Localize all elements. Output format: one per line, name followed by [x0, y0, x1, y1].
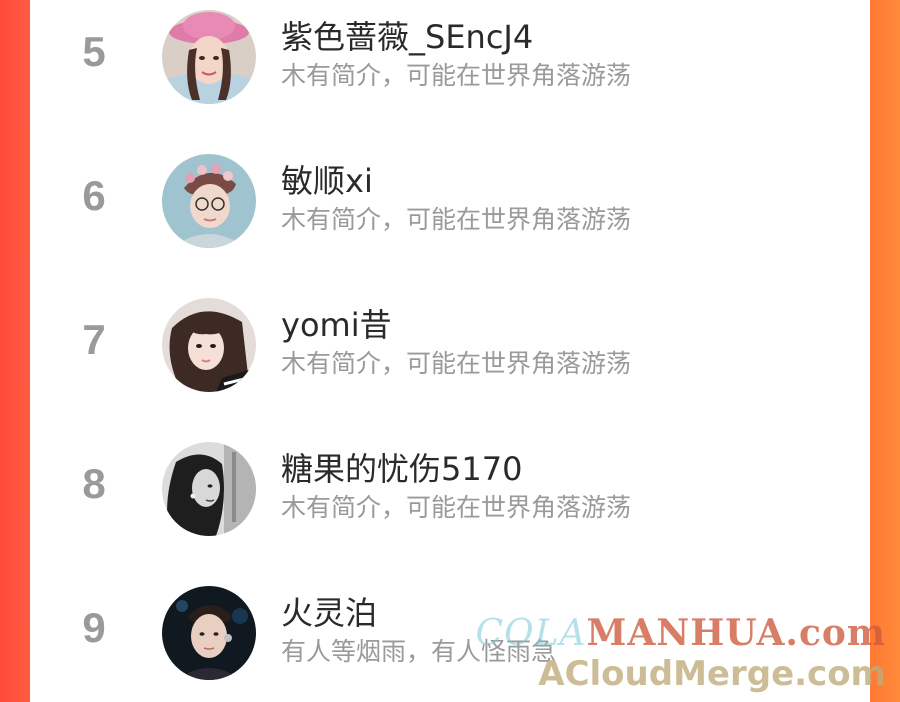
user-name[interactable]: 敏顺xi	[281, 156, 373, 202]
rank-number: 8	[82, 460, 106, 507]
user-bio: 木有简介，可能在世界角落游荡	[281, 205, 632, 234]
avatar-young-man-earpiece-icon[interactable]	[162, 586, 256, 680]
ranking-row[interactable]: 9 火灵泊 有人等烟雨，有人怪雨急	[30, 576, 870, 696]
avatar-bw-portrait-icon[interactable]	[162, 442, 256, 536]
user-name[interactable]: yomi昔	[281, 300, 392, 346]
ranking-row[interactable]: 5 紫色蔷薇_SEncJ4 木有简介，可能在世界角落游荡	[30, 0, 870, 120]
rank-number: 9	[82, 604, 106, 651]
ranking-row[interactable]: 7 yomi昔 木有简介，可能在世界角落游荡	[30, 288, 870, 408]
avatar-man-flower-crown-icon[interactable]	[162, 154, 256, 248]
rank-number: 7	[82, 316, 106, 363]
user-name[interactable]: 火灵泊	[281, 588, 377, 634]
user-bio: 木有简介，可能在世界角落游荡	[281, 61, 632, 90]
avatar-girl-selfie-icon[interactable]	[162, 298, 256, 392]
rank-number: 6	[82, 172, 106, 219]
user-name[interactable]: 紫色蔷薇_SEncJ4	[281, 12, 533, 58]
user-bio: 木有简介，可能在世界角落游荡	[281, 493, 632, 522]
user-bio: 木有简介，可能在世界角落游荡	[281, 349, 632, 378]
avatar-woman-pink-hat-icon[interactable]	[162, 10, 256, 104]
ranking-row[interactable]: 6 敏顺xi 木有简介，可能在世界角落游荡	[30, 144, 870, 264]
ranking-row[interactable]: 8 糖果的忧伤5170 木有简介，可能在世界角落游荡	[30, 432, 870, 552]
user-name[interactable]: 糖果的忧伤5170	[281, 444, 522, 490]
rank-number: 5	[82, 28, 106, 75]
user-bio: 有人等烟雨，有人怪雨急	[281, 637, 557, 666]
ranking-panel: 5 紫色蔷薇_SEncJ4 木有简介，可能在世界角落游荡 6 敏顺xi 木有简介…	[30, 0, 870, 702]
